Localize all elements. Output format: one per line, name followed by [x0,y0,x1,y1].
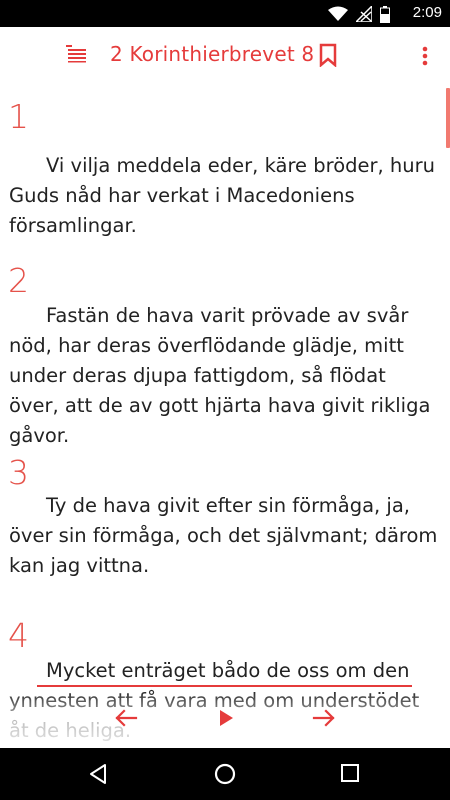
verse-number: 4 [8,616,29,655]
battery-icon [380,5,390,23]
verse-text: Fastän de hava varit prövade av svår nöd… [9,304,431,447]
status-icons [328,5,390,23]
verse-number: 1 [8,97,29,136]
back-icon[interactable] [88,763,110,785]
no-signal-icon [356,6,372,22]
chapter-content[interactable]: 1 Vi vilja meddela eder, käre bröder, hu… [0,83,450,748]
toc-list-icon[interactable] [66,45,88,63]
arrow-left-icon[interactable] [114,708,138,728]
more-vert-icon[interactable] [418,45,432,69]
audio-controls [0,700,450,740]
navigation-bar [0,748,450,800]
page-title[interactable]: 2 Korinthierbrevet 8 [110,42,314,66]
scrollbar-thumb[interactable] [446,88,450,148]
recents-icon[interactable] [340,763,360,783]
status-time: 2:09 [412,4,442,21]
verse-text: Ty de hava givit efter sin förmåga, ja, … [9,494,438,577]
status-bar: 2:09 [0,0,450,27]
app-bar: 2 Korinthierbrevet 8 [0,27,450,83]
play-icon[interactable] [218,709,234,727]
wifi-icon [328,6,348,21]
home-icon[interactable] [213,762,237,786]
verse-number: 3 [8,453,29,492]
verse-number: 2 [8,261,29,300]
verse-text: Vi vilja meddela eder, käre bröder, huru… [9,154,436,237]
bookmark-icon[interactable] [318,43,338,67]
arrow-right-icon[interactable] [312,708,336,728]
highlight-underline [37,685,412,687]
